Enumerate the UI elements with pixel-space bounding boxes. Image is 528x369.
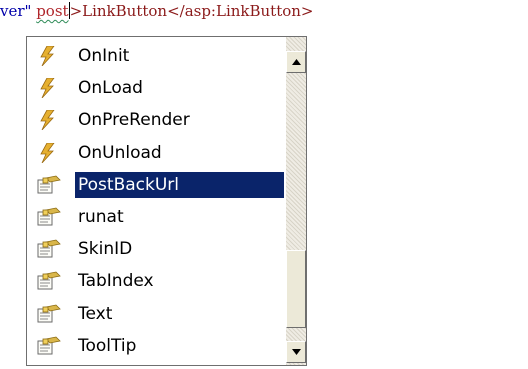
completion-item-label: TabIndex [78, 271, 154, 292]
scroll-down-button[interactable] [286, 341, 306, 363]
arrow-up-icon [292, 59, 301, 65]
property-icon [37, 271, 61, 291]
property-icon [37, 336, 61, 356]
scroll-thumb[interactable] [286, 250, 306, 328]
completion-list[interactable]: OnInit OnLoad OnPreRender OnUnload PostBackU… [27, 37, 286, 365]
completion-item[interactable]: Text [27, 299, 286, 329]
event-icon [37, 45, 59, 67]
completion-item-label: Text [78, 303, 113, 324]
property-icon [37, 239, 61, 259]
completion-item[interactable]: OnLoad [27, 73, 286, 103]
completion-item-label: OnPreRender [78, 110, 190, 131]
property-icon [37, 175, 61, 195]
vertical-scrollbar[interactable] [286, 37, 306, 365]
event-icon [37, 109, 59, 131]
completion-item-label: OnLoad [78, 78, 143, 99]
completion-item[interactable]: ToolTip [27, 331, 286, 361]
completion-item-label: OnInit [78, 46, 130, 66]
code-attribute-tail: ver" [0, 2, 37, 20]
completion-item[interactable]: OnInit [27, 41, 286, 71]
completion-item[interactable]: OnPreRender [27, 105, 286, 135]
property-icon [37, 304, 61, 324]
arrow-down-icon [292, 349, 301, 355]
property-icon [37, 207, 61, 227]
event-icon [37, 77, 59, 99]
completion-item-label: SkinID [78, 239, 133, 260]
completion-item-label: PostBackUrl [75, 171, 284, 198]
completion-item-label: ToolTip [78, 335, 137, 356]
code-editor-line[interactable]: ver" post>LinkButton</asp:LinkButton> [0, 0, 528, 26]
event-icon [37, 142, 59, 163]
completion-item[interactable]: OnUnload [27, 138, 286, 168]
completion-item-label: runat [78, 207, 124, 227]
completion-item[interactable]: runat [27, 202, 286, 232]
typed-text: post [36, 2, 69, 20]
code-tag-text: >LinkButton</asp:LinkButton> [69, 2, 314, 20]
completion-item[interactable]: PostBackUrl [27, 170, 286, 200]
completion-item[interactable]: SkinID [27, 234, 286, 264]
completion-item-label: OnUnload [78, 142, 162, 163]
scroll-up-button[interactable] [286, 51, 306, 73]
completion-item[interactable]: TabIndex [27, 266, 286, 296]
intellisense-popup[interactable]: OnInit OnLoad OnPreRender OnUnload PostBackU… [26, 36, 307, 366]
